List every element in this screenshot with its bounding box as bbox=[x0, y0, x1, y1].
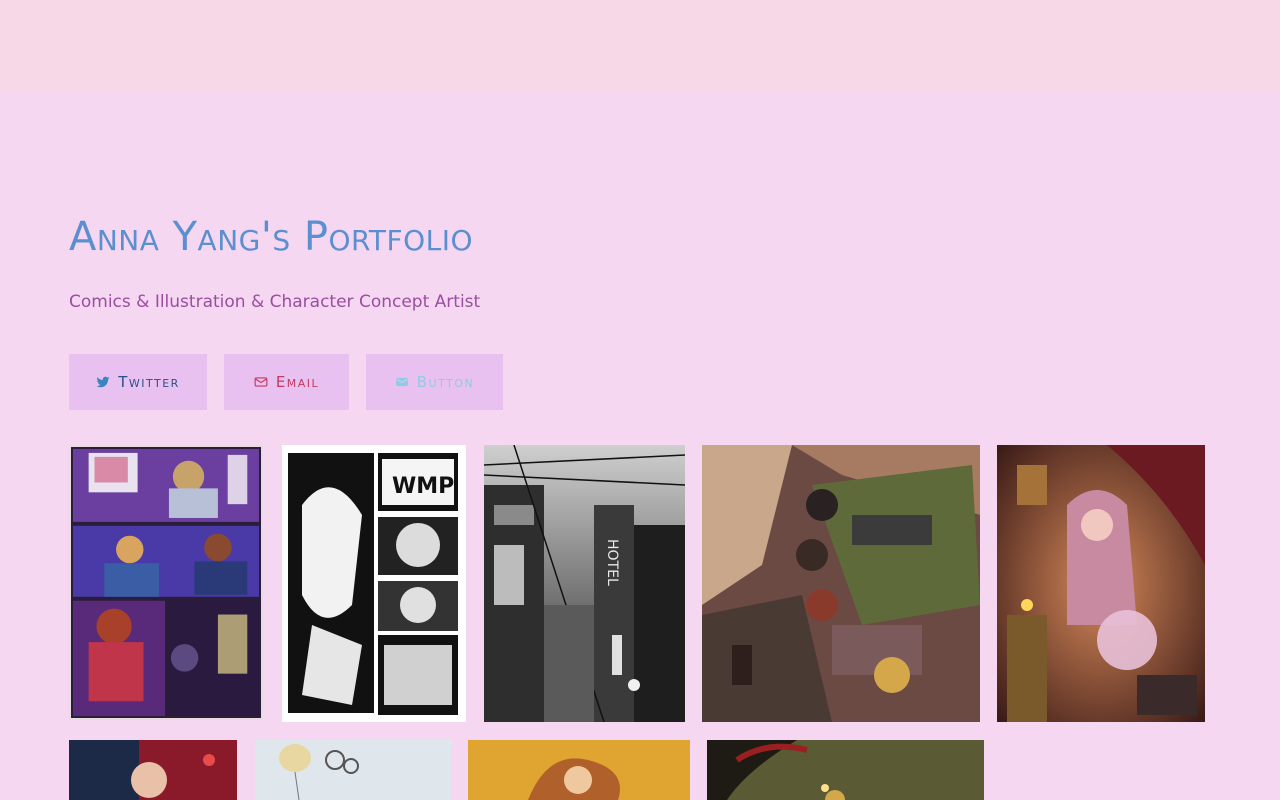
generic-button-label: Button bbox=[416, 373, 475, 391]
envelope-icon bbox=[254, 375, 268, 389]
twitter-icon bbox=[96, 375, 110, 389]
generic-button[interactable]: Button bbox=[366, 354, 503, 410]
gallery-item-fortune-teller[interactable] bbox=[997, 445, 1205, 722]
email-button-label: Email bbox=[275, 373, 320, 391]
svg-text:WMP: WMP bbox=[392, 474, 454, 499]
gallery-item-orange-character[interactable] bbox=[468, 740, 690, 800]
gallery-item-city-street-hotel[interactable]: HOTEL bbox=[484, 445, 685, 722]
gallery-item-red-portrait[interactable] bbox=[69, 740, 237, 800]
gallery-item-color-comic-page[interactable] bbox=[69, 445, 263, 720]
page-title: Anna Yang's Portfolio bbox=[69, 214, 474, 260]
twitter-button[interactable]: Twitter bbox=[69, 354, 207, 410]
svg-text:HOTEL: HOTEL bbox=[604, 539, 620, 586]
email-button[interactable]: Email bbox=[224, 354, 349, 410]
top-bar bbox=[0, 0, 1280, 91]
envelope-icon bbox=[395, 375, 409, 389]
gallery-item-dark-scythe[interactable] bbox=[707, 740, 984, 800]
page-subtitle: Comics & Illustration & Character Concep… bbox=[69, 292, 481, 312]
gallery-item-ink-comic-page[interactable]: WMP bbox=[282, 445, 466, 722]
gallery-item-friends-on-couch[interactable] bbox=[702, 445, 980, 722]
gallery-item-balloon-sketch[interactable] bbox=[255, 740, 451, 800]
twitter-button-label: Twitter bbox=[118, 373, 180, 391]
